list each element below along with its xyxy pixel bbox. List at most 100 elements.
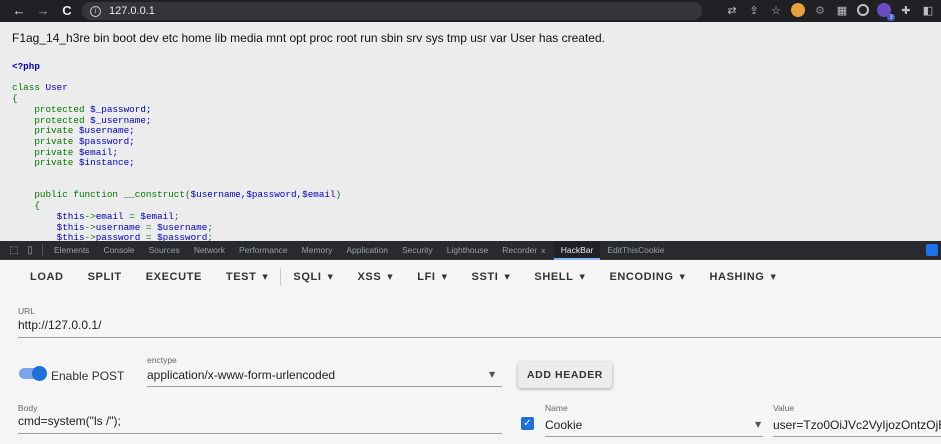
address-url[interactable]: 127.0.0.1 <box>109 5 155 17</box>
property-name: $_password; <box>90 103 152 115</box>
xss-label: XSS <box>357 271 382 283</box>
property-keyword: private <box>12 157 74 169</box>
chat-feedback-icon[interactable] <box>926 244 938 256</box>
tab-lighthouse[interactable]: Lighthouse <box>440 241 496 260</box>
code-semicolon: ; <box>207 221 213 233</box>
constructor-keyword: public function __construct( <box>12 189 191 201</box>
back-arrow-icon[interactable]: ← <box>10 0 28 22</box>
encoding-label: ENCODING <box>609 271 674 283</box>
enctype-select[interactable]: application/x-www-form-urlencoded <box>147 368 477 382</box>
extensions-area: ⇄ ⇪ ☆ ⚙ ▦ 3 ✚ ◧ <box>725 3 935 21</box>
tab-console[interactable]: Console <box>96 241 141 260</box>
lfi-dropdown[interactable]: LFI ▼ <box>405 271 459 283</box>
code-assign: = <box>145 221 158 233</box>
header-name-select[interactable]: Cookie <box>545 418 745 432</box>
enable-post-label: Enable POST <box>51 369 125 383</box>
constructor-brace: { <box>12 200 40 212</box>
gear-extension-icon[interactable]: ⚙ <box>813 3 827 17</box>
code-semicolon: ; <box>173 210 180 222</box>
inspect-element-icon[interactable]: ⬚ <box>6 245 22 256</box>
property-name: $username; <box>78 125 135 137</box>
code-this: $this <box>12 221 85 233</box>
url-input[interactable]: http://127.0.0.1/ <box>18 318 918 332</box>
chevron-down-icon: ▼ <box>504 273 511 281</box>
body-underline <box>18 433 502 434</box>
tab-performance[interactable]: Performance <box>232 241 295 260</box>
tab-editthiscookie[interactable]: EditThisCookie <box>600 241 671 260</box>
xss-dropdown[interactable]: XSS ▼ <box>345 271 405 283</box>
code-prop: username <box>95 221 146 233</box>
device-toggle-icon[interactable]: ▯ <box>22 245 38 256</box>
hashing-label: HASHING <box>709 271 765 283</box>
ssti-dropdown[interactable]: SSTI ▼ <box>460 271 523 283</box>
command-output: F1ag_14_h3re bin boot dev etc home lib m… <box>12 31 605 45</box>
chevron-down-icon[interactable]: ▼ <box>489 370 495 379</box>
tab-elements[interactable]: Elements <box>47 241 96 260</box>
hackbar-menu: LOAD SPLIT EXECUTE TEST ▼ SQLI ▼ XSS ▼ LFI ▼… <box>0 260 941 294</box>
chevron-down-icon: ▼ <box>387 273 394 281</box>
encoding-dropdown[interactable]: ENCODING ▼ <box>597 271 697 283</box>
property-name: $_username; <box>90 114 152 126</box>
hashing-dropdown[interactable]: HASHING ▼ <box>698 271 789 283</box>
puzzle-extensions-icon[interactable]: ✚ <box>899 3 913 17</box>
share-icon[interactable]: ⇪ <box>747 3 761 17</box>
chevron-down-icon: ▼ <box>679 273 686 281</box>
site-info-icon[interactable]: i <box>90 5 101 17</box>
devtools-tabbar: ⬚ ▯ Elements Console Sources Network Per… <box>0 240 941 260</box>
property-keyword: protected <box>12 114 85 126</box>
tab-network[interactable]: Network <box>187 241 232 260</box>
tab-memory[interactable]: Memory <box>295 241 340 260</box>
load-button[interactable]: LOAD <box>18 271 76 283</box>
tab-recorder[interactable]: Recorder ⌅ <box>495 241 553 260</box>
header-value-input[interactable]: user=Tzo0OiJVc2VyIjozOntzOjE0 <box>773 418 941 432</box>
header-value-underline <box>773 436 941 437</box>
enable-post-toggle[interactable] <box>19 366 47 381</box>
class-keyword: class <box>12 82 40 94</box>
reload-icon[interactable]: C <box>58 0 76 22</box>
tab-sources[interactable]: Sources <box>142 241 187 260</box>
forward-arrow-icon[interactable]: → <box>34 0 52 22</box>
property-name: $email; <box>78 146 119 158</box>
shell-label: SHELL <box>534 271 574 283</box>
header-enabled-checkbox[interactable]: ✓ <box>521 417 534 430</box>
purple-extension-icon[interactable]: 3 <box>877 3 895 21</box>
bookmark-star-icon[interactable]: ☆ <box>769 3 783 17</box>
constructor-args: $username,$password,$email <box>190 189 336 201</box>
tab-hackbar[interactable]: HackBar <box>553 240 601 260</box>
shell-dropdown[interactable]: SHELL ▼ <box>522 271 597 283</box>
enctype-label: enctype <box>147 355 177 365</box>
constructor-close: ) <box>335 189 342 201</box>
enctype-underline <box>147 386 502 387</box>
ssti-label: SSTI <box>471 271 499 283</box>
add-header-button[interactable]: ADD HEADER <box>518 362 612 388</box>
header-name-label: Name <box>545 403 568 413</box>
code-arrow: -> <box>84 221 96 233</box>
property-keyword: private <box>12 135 74 147</box>
property-name: $password; <box>78 135 135 147</box>
address-bar[interactable]: i 127.0.0.1 <box>82 2 702 20</box>
tab-security[interactable]: Security <box>395 241 440 260</box>
sqli-dropdown[interactable]: SQLI ▼ <box>281 271 345 283</box>
code-value: $username <box>157 221 208 233</box>
square-extension-icon[interactable]: ▦ <box>835 3 849 17</box>
split-button[interactable]: SPLIT <box>76 271 134 283</box>
test-dropdown[interactable]: TEST ▼ <box>214 271 281 283</box>
side-panel-icon[interactable]: ◧ <box>921 3 935 17</box>
sqli-label: SQLI <box>293 271 322 283</box>
code-arrow: -> <box>84 210 96 222</box>
execute-button[interactable]: EXECUTE <box>134 271 214 283</box>
tab-application[interactable]: Application <box>339 241 395 260</box>
code-this: $this <box>12 210 85 222</box>
property-name: $instance; <box>78 157 135 169</box>
body-label: Body <box>18 403 38 413</box>
chevron-down-icon[interactable]: ▼ <box>755 420 761 429</box>
cookie-extension-icon[interactable] <box>791 3 805 17</box>
chevron-down-icon: ▼ <box>770 273 777 281</box>
body-input[interactable]: cmd=system("ls /"); <box>18 414 498 428</box>
chevron-down-icon: ▼ <box>327 273 334 281</box>
class-name: User <box>45 82 68 94</box>
circle-extension-icon[interactable] <box>857 4 869 16</box>
php-open-tag: <?php <box>12 61 40 72</box>
chevron-down-icon: ▼ <box>441 273 448 281</box>
translate-icon[interactable]: ⇄ <box>725 3 739 17</box>
